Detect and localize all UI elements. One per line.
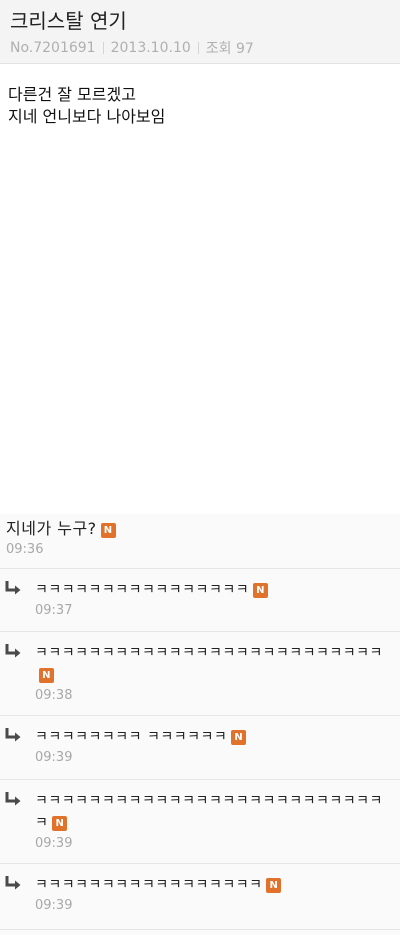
comment-text-row: 지네가 누구? N <box>6 518 394 540</box>
new-badge: N <box>52 816 68 831</box>
post-body-line: 지네 언니보다 나아보임 <box>8 107 166 126</box>
comment-text-row: ㅋㅋㅋㅋㅋㅋㅋㅋ ㅋㅋㅋㅋㅋㅋ N <box>35 726 392 748</box>
comment-text: ㅋㅋㅋㅋㅋㅋㅋㅋㅋㅋㅋㅋㅋㅋㅋㅋㅋ <box>35 877 263 893</box>
post-meta: No.7201691 2013.10.10 조회 97 <box>10 38 390 58</box>
reply-item: ㅋㅋㅋㅋㅋㅋㅋㅋ ㅋㅋㅋㅋㅋㅋ N 09:39 <box>0 716 400 780</box>
comment-text-row: ㅋㅋㅋㅋㅋㅋㅋㅋㅋㅋㅋㅋㅋㅋㅋㅋㅋㅋㅋㅋㅋㅋㅋㅋㅋㅋ N <box>35 642 392 686</box>
post-body: 다른건 잘 모르겠고 지네 언니보다 나아보임 <box>0 64 400 514</box>
new-badge: N <box>100 523 116 538</box>
post-views: 조회 97 <box>205 41 254 57</box>
meta-divider <box>102 42 104 54</box>
comment-text: ㅋㅋㅋㅋㅋㅋㅋㅋㅋㅋㅋㅋㅋㅋㅋㅋ <box>35 582 250 598</box>
reply-item: ㅋㅋㅋㅋㅋㅋㅋㅋㅋㅋㅋㅋㅋㅋㅋㅋㅋㅋㅋㅋㅋㅋㅋㅋㅋㅋ N 09:38 <box>0 632 400 716</box>
comment-text: ㅋㅋㅋㅋㅋㅋㅋㅋㅋㅋㅋㅋㅋㅋㅋㅋㅋㅋㅋㅋㅋㅋㅋㅋㅋㅋㅋ <box>35 793 383 831</box>
reply-item: ㅋㅋㅋㅋㅋㅋㅋㅋㅋㅋㅋㅋㅋㅋㅋㅋㅋㅋㅋㅋㅋㅋㅋㅋㅋㅋㅋ N 09:39 <box>0 780 400 864</box>
reply-arrow-icon <box>5 728 21 742</box>
comment-time: 09:39 <box>35 836 73 851</box>
reply-item: ㅋㅋㅋㅋㅋㅋㅋㅋㅋㅋㅋㅋㅋㅋㅋㅋ N 09:37 <box>0 569 400 632</box>
post-body-line: 다른건 잘 모르겠고 <box>8 85 136 104</box>
comment-time: 09:39 <box>35 750 73 765</box>
new-badge: N <box>231 730 247 745</box>
reply-arrow-icon <box>5 581 21 595</box>
reply-arrow-icon <box>5 644 21 658</box>
comment-time: 09:38 <box>35 688 73 703</box>
comment-list: 지네가 누구? N 09:36 ㅋㅋㅋㅋㅋㅋㅋㅋㅋㅋㅋㅋㅋㅋㅋㅋ N 09:37 ㅋ… <box>0 514 400 935</box>
post-number: No.7201691 <box>10 40 96 56</box>
comment-text: ㅋㅋㅋㅋㅋㅋㅋㅋㅋㅋㅋㅋㅋㅋㅋㅋㅋㅋㅋㅋㅋㅋㅋㅋㅋㅋ <box>35 645 383 661</box>
comment-time: 09:37 <box>35 603 73 618</box>
comment-text-row: ㅋㅋㅋㅋㅋㅋㅋㅋㅋㅋㅋㅋㅋㅋㅋㅋ N <box>35 579 392 601</box>
comment-text-row: ㅋㅋㅋㅋㅋㅋㅋㅋㅋㅋㅋㅋㅋㅋㅋㅋㅋㅋㅋㅋㅋㅋㅋㅋㅋㅋㅋ N <box>35 790 392 834</box>
comment-text: 지네가 누구? <box>6 519 97 538</box>
comment-text: ㅋㅋㅋㅋㅋㅋㅋㅋ ㅋㅋㅋㅋㅋㅋ <box>35 729 228 745</box>
post-title: 크리스탈 연기 <box>10 9 127 33</box>
reply-arrow-icon <box>5 792 21 806</box>
meta-divider <box>197 42 199 54</box>
comment-time: 09:36 <box>6 542 44 557</box>
post-date: 2013.10.10 <box>110 40 191 56</box>
comment-item: 지네가 누구? N 09:36 <box>0 514 400 569</box>
new-badge: N <box>253 583 269 598</box>
new-badge: N <box>39 668 54 683</box>
comment-text-row: ㅋㅋㅋㅋㅋㅋㅋㅋㅋㅋㅋㅋㅋㅋㅋㅋㅋ N <box>35 874 392 896</box>
reply-item: ㅋㅋㅋㅋㅋㅋㅋㅋㅋㅋㅋㅋㅋㅋㅋㅋㅋ N 09:39 <box>0 864 400 930</box>
new-badge: N <box>266 878 282 893</box>
comment-time: 09:39 <box>35 898 73 913</box>
reply-arrow-icon <box>5 876 21 890</box>
post-header: 크리스탈 연기 No.7201691 2013.10.10 조회 97 <box>0 0 400 64</box>
